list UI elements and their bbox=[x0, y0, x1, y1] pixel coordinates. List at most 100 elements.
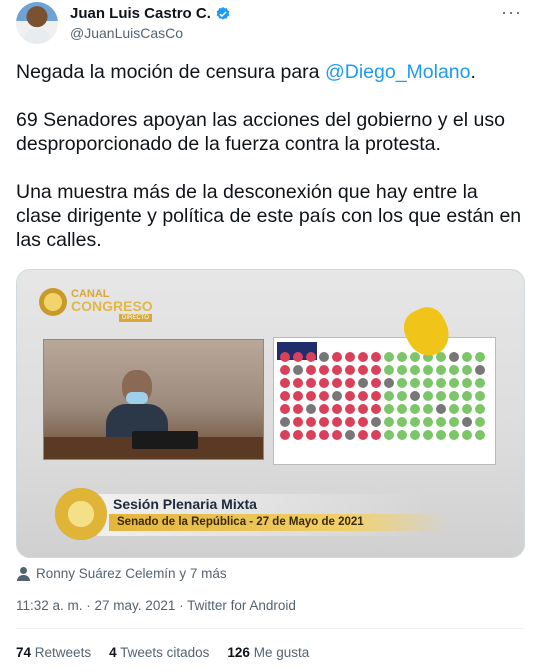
monitor bbox=[132, 431, 198, 449]
seat-dot bbox=[293, 404, 303, 414]
seat-dot bbox=[397, 365, 407, 375]
likes-count: 126 bbox=[227, 645, 250, 660]
seat-dot bbox=[410, 430, 420, 440]
seat-dot bbox=[397, 378, 407, 388]
quote-tweets-stat[interactable]: 4 Tweets citados bbox=[109, 645, 209, 660]
seat-dot bbox=[293, 417, 303, 427]
seat-dot bbox=[462, 365, 472, 375]
vote-results-screen bbox=[273, 337, 496, 465]
seat-dot bbox=[280, 391, 290, 401]
seat-dot bbox=[319, 430, 329, 440]
seat-dot bbox=[319, 352, 329, 362]
seat-dot bbox=[280, 378, 290, 388]
seat-dot bbox=[371, 417, 381, 427]
seat-dot bbox=[371, 352, 381, 362]
seat-dot bbox=[332, 391, 342, 401]
seat-dot bbox=[423, 417, 433, 427]
seat-dot bbox=[371, 404, 381, 414]
seat-dot bbox=[384, 352, 394, 362]
seat-dot bbox=[423, 391, 433, 401]
seat-dot bbox=[462, 430, 472, 440]
seat-dot bbox=[319, 365, 329, 375]
author-handle[interactable]: @JuanLuisCasCo bbox=[70, 25, 183, 41]
seat-dot bbox=[332, 404, 342, 414]
vote-seat-grid bbox=[280, 352, 494, 440]
seat-dot bbox=[449, 378, 459, 388]
seat-dot bbox=[358, 417, 368, 427]
seat-dot bbox=[345, 404, 355, 414]
tagged-users-label[interactable]: Ronny Suárez Celemín y 7 más bbox=[36, 566, 227, 581]
mention-link[interactable]: @Diego_Molano bbox=[325, 61, 471, 83]
seat-dot bbox=[371, 430, 381, 440]
tagged-users[interactable]: Ronny Suárez Celemín y 7 más bbox=[17, 566, 227, 581]
seat-dot bbox=[371, 378, 381, 388]
seat-dot bbox=[397, 430, 407, 440]
seat-dot bbox=[423, 378, 433, 388]
seat-dot bbox=[332, 352, 342, 362]
seat-dot bbox=[449, 391, 459, 401]
seat-dot bbox=[358, 378, 368, 388]
retweets-label: Retweets bbox=[34, 645, 92, 660]
seat-dot bbox=[410, 404, 420, 414]
person-icon bbox=[17, 566, 30, 581]
seat-dot bbox=[423, 404, 433, 414]
tweet-media-image[interactable]: CANAL CONGRESO DIRECTO Sesión Plenaria M… bbox=[16, 269, 525, 558]
tweet-paragraph-1-end: . bbox=[470, 61, 476, 83]
quote-tweets-count: 4 bbox=[109, 645, 117, 660]
seat-dot bbox=[280, 365, 290, 375]
seat-dot bbox=[436, 365, 446, 375]
avatar[interactable] bbox=[16, 2, 58, 44]
seat-dot bbox=[475, 352, 485, 362]
more-horizontal-icon[interactable]: ··· bbox=[501, 2, 522, 23]
seat-dot bbox=[475, 430, 485, 440]
retweets-stat[interactable]: 74 Retweets bbox=[16, 645, 91, 660]
seat-dot bbox=[345, 391, 355, 401]
seat-dot bbox=[449, 352, 459, 362]
seat-dot bbox=[436, 404, 446, 414]
seat-dot bbox=[410, 378, 420, 388]
seat-dot bbox=[358, 352, 368, 362]
seat-dot bbox=[319, 378, 329, 388]
seat-dot bbox=[332, 378, 342, 388]
author-name-row[interactable]: Juan Luis Castro C. bbox=[70, 5, 231, 22]
seat-dot bbox=[436, 430, 446, 440]
seat-dot bbox=[306, 391, 316, 401]
author-name[interactable]: Juan Luis Castro C. bbox=[70, 5, 211, 22]
seat-dot bbox=[293, 352, 303, 362]
seat-dot bbox=[358, 404, 368, 414]
seat-dot bbox=[319, 404, 329, 414]
seat-dot bbox=[384, 378, 394, 388]
seat-dot bbox=[332, 417, 342, 427]
seat-dot bbox=[410, 391, 420, 401]
tweet-timestamp[interactable]: 11:32 a. m. · 27 may. 2021 · Twitter for… bbox=[16, 598, 296, 613]
seat-dot bbox=[397, 417, 407, 427]
seat-dot bbox=[462, 352, 472, 362]
seat-dot bbox=[423, 365, 433, 375]
seat-dot bbox=[332, 430, 342, 440]
seat-dot bbox=[306, 404, 316, 414]
seat-dot bbox=[280, 404, 290, 414]
seat-dot bbox=[280, 430, 290, 440]
seat-dot bbox=[410, 352, 420, 362]
seat-dot bbox=[462, 391, 472, 401]
seat-dot bbox=[306, 365, 316, 375]
seat-dot bbox=[280, 352, 290, 362]
tweet-paragraph-1: Negada la moción de censura para @Diego_… bbox=[16, 60, 526, 84]
verified-badge-icon bbox=[216, 6, 230, 20]
seat-dot bbox=[475, 365, 485, 375]
tweet-text: Negada la moción de censura para @Diego_… bbox=[16, 60, 526, 276]
seat-dot bbox=[384, 417, 394, 427]
channel-logo-text: CANAL CONGRESO bbox=[71, 288, 153, 314]
seat-dot bbox=[319, 391, 329, 401]
seat-dot bbox=[449, 430, 459, 440]
seat-dot bbox=[306, 352, 316, 362]
seat-dot bbox=[462, 417, 472, 427]
likes-stat[interactable]: 126 Me gusta bbox=[227, 645, 309, 660]
seat-dot bbox=[436, 417, 446, 427]
seat-dot bbox=[410, 365, 420, 375]
channel-line2: CONGRESO bbox=[71, 298, 153, 314]
seat-dot bbox=[436, 378, 446, 388]
seat-dot bbox=[384, 404, 394, 414]
seat-dot bbox=[462, 404, 472, 414]
seat-dot bbox=[306, 430, 316, 440]
